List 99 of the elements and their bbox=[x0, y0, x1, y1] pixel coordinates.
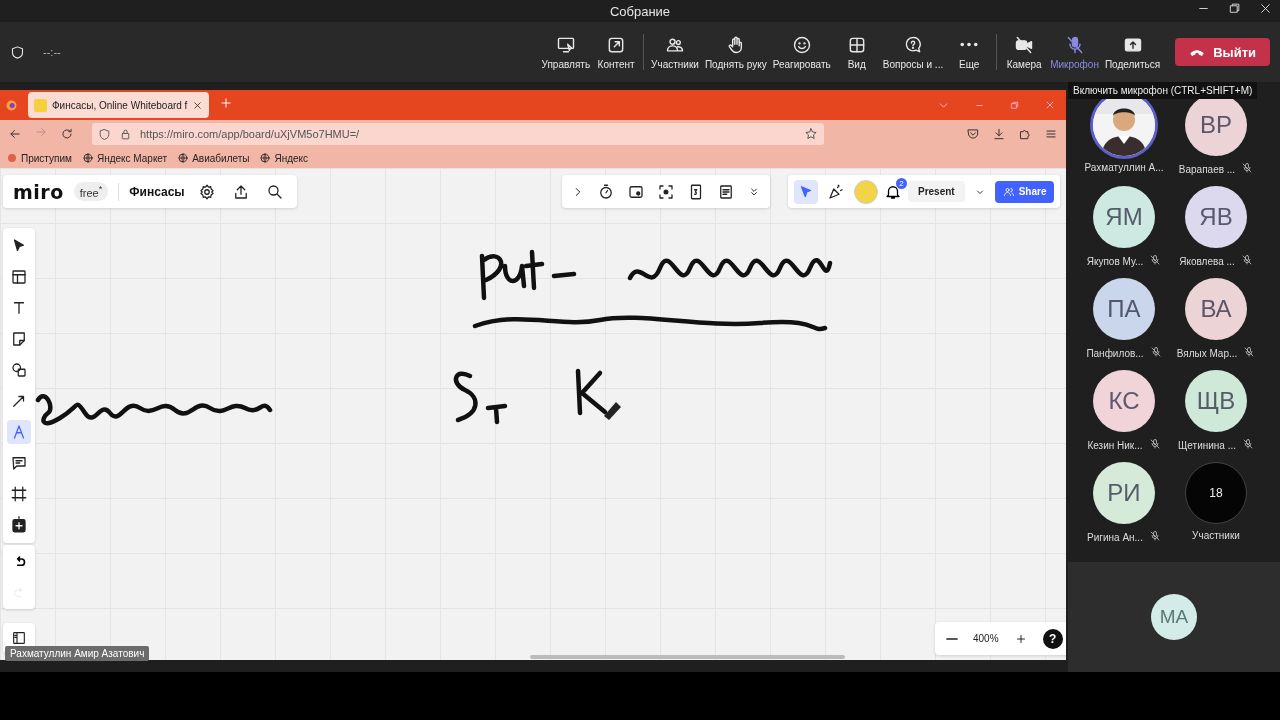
more-icon bbox=[960, 42, 979, 47]
puzzle-icon bbox=[1018, 127, 1032, 141]
forward-icon bbox=[34, 125, 48, 139]
self-avatar: МА bbox=[1151, 594, 1197, 640]
participant-name: Рахматуллин А... bbox=[1084, 162, 1164, 173]
lock-icon bbox=[119, 127, 132, 141]
microphone-muted-icon bbox=[1242, 438, 1255, 450]
toolbar-button[interactable]: Контент bbox=[593, 30, 640, 74]
new-tab-icon bbox=[219, 96, 234, 110]
search-icon bbox=[265, 182, 284, 201]
scrollbar[interactable] bbox=[530, 655, 845, 659]
participant-name: Яковлева ... bbox=[1179, 255, 1235, 267]
participant-name: Участники bbox=[1192, 530, 1240, 541]
sidebar-icon bbox=[11, 630, 27, 646]
help-button[interactable]: ? bbox=[1042, 628, 1063, 649]
toolbar-button[interactable]: Еще bbox=[946, 30, 993, 74]
pocket-icon bbox=[966, 127, 980, 141]
microphone-muted-icon bbox=[1148, 438, 1161, 450]
bookmark[interactable]: Авиабилеты bbox=[177, 152, 250, 164]
browser-logo-icon bbox=[6, 152, 18, 164]
close-icon bbox=[1044, 99, 1056, 111]
toolbar-button[interactable]: Вопросы и ... bbox=[879, 30, 947, 74]
sticky-note-icon bbox=[10, 330, 28, 348]
bookmark[interactable]: Яндекс bbox=[259, 152, 309, 164]
participant-avatar: ПА bbox=[1093, 278, 1155, 340]
settings-icon bbox=[197, 182, 216, 201]
globe-icon bbox=[81, 152, 94, 164]
timer-icon bbox=[597, 182, 615, 201]
focus-icon bbox=[657, 182, 675, 201]
microphone-muted-icon bbox=[1240, 254, 1253, 266]
bookmark[interactable]: Яндекс Маркет bbox=[81, 152, 168, 164]
participant-name: Кезин Ник... bbox=[1087, 439, 1143, 451]
plus-square-icon bbox=[10, 516, 28, 534]
menu-icon bbox=[1044, 127, 1058, 141]
shield-icon bbox=[98, 127, 111, 141]
tab-logo-icon bbox=[34, 98, 47, 112]
close-icon bbox=[192, 99, 204, 111]
window-title: Собрание bbox=[609, 3, 671, 19]
minus-icon bbox=[946, 636, 958, 641]
participant-avatar: РИ bbox=[1093, 462, 1155, 524]
participant-name: Ригина Ан... bbox=[1087, 531, 1143, 543]
toolbar-button[interactable]: Участники bbox=[648, 30, 702, 74]
notification-badge: 2 bbox=[896, 177, 907, 189]
globe-icon bbox=[259, 152, 272, 164]
participant-name: Щетинина ... bbox=[1177, 439, 1237, 451]
shield-icon bbox=[10, 44, 25, 60]
globe-icon bbox=[177, 152, 190, 164]
share-button[interactable]: Share bbox=[994, 180, 1055, 203]
toolbar-button[interactable]: Поделиться bbox=[1101, 30, 1164, 74]
plan-label: free$^{*}$ bbox=[73, 182, 109, 201]
microphone-muted-icon bbox=[1241, 162, 1254, 174]
toolbar-button[interactable]: Поднять руку bbox=[701, 30, 770, 74]
participant-avatar: ВА bbox=[1185, 278, 1247, 340]
restore-icon bbox=[1228, 2, 1241, 15]
close-icon bbox=[1259, 2, 1272, 15]
participant-name: Панфилов... bbox=[1086, 347, 1144, 359]
microphone-muted-icon bbox=[1149, 254, 1162, 266]
present-button[interactable]: Present bbox=[908, 181, 965, 202]
participant-name: Якупов Му... bbox=[1086, 255, 1144, 267]
participant-count[interactable]: 18 bbox=[1185, 462, 1247, 524]
address-bar[interactable]: https://miro.com/app/board/uXjVM5o7HMU=/ bbox=[92, 123, 824, 145]
microphone-muted-icon bbox=[1243, 346, 1256, 358]
party-popper-icon bbox=[827, 182, 845, 201]
board-name[interactable]: Финсасы bbox=[129, 184, 185, 199]
bookmark[interactable]: Приступим bbox=[6, 152, 72, 164]
meeting-timer: --:-- bbox=[43, 46, 61, 58]
toolbar-button[interactable]: Микрофон bbox=[1047, 30, 1102, 74]
document-icon bbox=[717, 182, 735, 201]
toolbar-button[interactable]: Реагировать bbox=[769, 30, 834, 74]
comment-icon bbox=[10, 454, 28, 472]
toolbar-button[interactable]: Камера bbox=[1001, 30, 1048, 74]
reload-icon bbox=[60, 127, 74, 141]
participant-avatar: ЯМ bbox=[1093, 186, 1155, 248]
people-icon bbox=[1002, 185, 1015, 198]
download-icon bbox=[992, 127, 1006, 141]
microphone-muted-icon bbox=[1148, 530, 1161, 542]
microphone-muted-icon bbox=[1149, 346, 1162, 358]
back-icon bbox=[8, 127, 22, 141]
toolbar-button[interactable]: Управлять bbox=[538, 30, 594, 74]
camera-icon bbox=[1014, 34, 1035, 55]
zoom-level: 400% bbox=[973, 633, 999, 644]
miro-logo: miro bbox=[13, 180, 64, 203]
presenter-name-tag: Рахматуллин Амир Азатович bbox=[5, 646, 150, 661]
table-icon bbox=[10, 268, 28, 286]
participant-name: Вялых Мар... bbox=[1176, 347, 1238, 359]
shapes-icon bbox=[10, 361, 28, 379]
participant-avatar: ЯВ bbox=[1185, 186, 1247, 248]
cursor-button[interactable] bbox=[794, 179, 818, 204]
participant-avatar: ЩВ bbox=[1185, 370, 1247, 432]
restore-icon bbox=[1009, 99, 1020, 111]
browser-tab[interactable]: Финсасы, Online Whiteboard f bbox=[28, 92, 210, 118]
toolbar-button[interactable]: Вид bbox=[833, 30, 880, 74]
smiley-icon bbox=[791, 34, 812, 55]
star-icon bbox=[804, 127, 818, 141]
tooltip: Включить микрофон (CTRL+SHIFT+M) bbox=[1068, 82, 1258, 99]
participant-avatar: КС bbox=[1093, 370, 1155, 432]
leave-button[interactable]: Выйти bbox=[1175, 38, 1270, 66]
frame-icon bbox=[10, 485, 28, 503]
participant-name: Варапаев ... bbox=[1178, 163, 1236, 175]
